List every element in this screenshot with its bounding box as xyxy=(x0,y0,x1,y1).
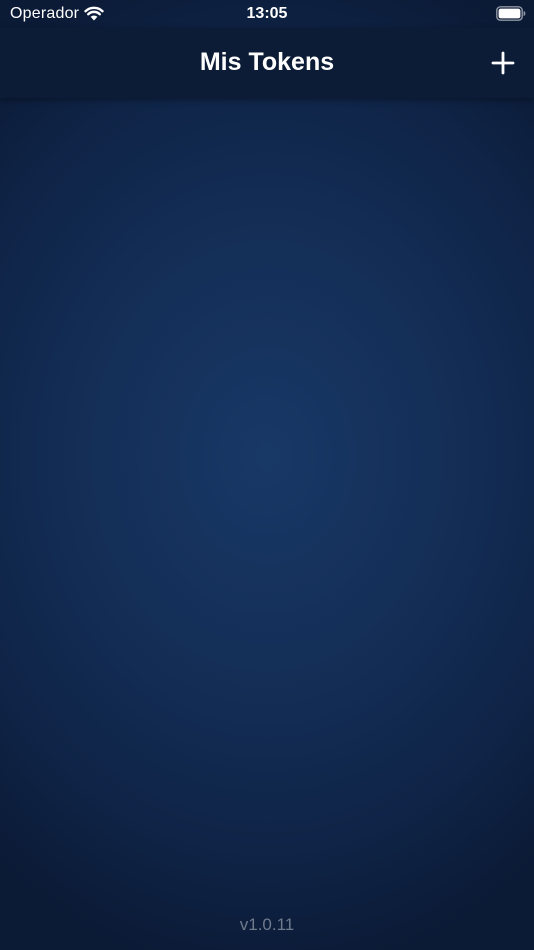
navigation-bar: Mis Tokens xyxy=(0,28,534,98)
token-list xyxy=(0,98,534,898)
status-bar: Operador 13:05 xyxy=(0,0,534,28)
clock: 13:05 xyxy=(246,5,288,22)
screen: Operador 13:05 Mis Tokens v1.0.11 xyxy=(0,0,534,950)
version-label: v1.0.11 xyxy=(239,915,295,934)
battery-icon xyxy=(496,6,526,21)
page-title: Mis Tokens xyxy=(199,48,335,76)
plus-icon xyxy=(491,51,515,75)
add-token-button[interactable] xyxy=(488,48,518,78)
